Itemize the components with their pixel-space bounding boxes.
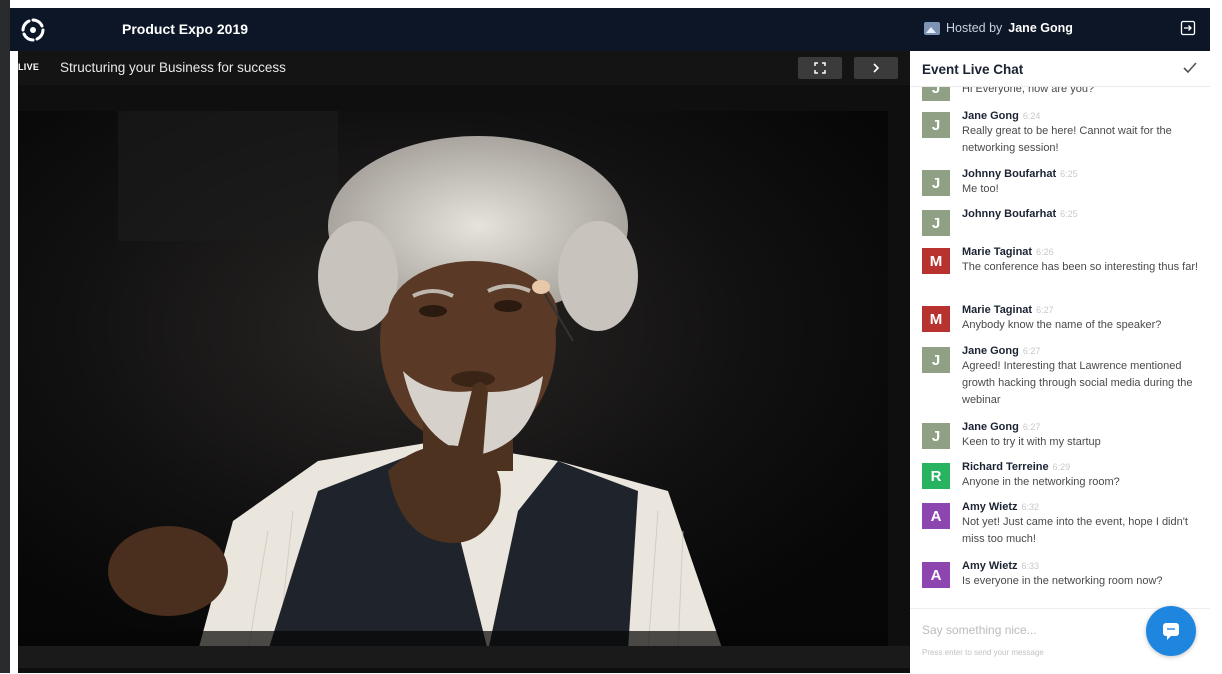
- message-author: Jane Gong: [962, 421, 1019, 433]
- message-time: 6:32: [1021, 502, 1040, 512]
- checkmark-icon[interactable]: [1182, 61, 1198, 75]
- message-text: Agreed! Interesting that Lawrence mentio…: [962, 360, 1193, 406]
- fullscreen-button[interactable]: [798, 57, 842, 79]
- speaker-video-frame: [18, 111, 888, 651]
- host-name: Jane Gong: [1008, 21, 1073, 35]
- avatar: M: [922, 248, 950, 274]
- message-author: Jane Gong: [962, 345, 1019, 357]
- avatar: R: [922, 463, 950, 489]
- message-time: 6:27: [1022, 422, 1041, 432]
- chat-message-list[interactable]: J Hi Everyone, how are you? J Jane Gong 6…: [910, 87, 1210, 597]
- message-text: Keen to try it with my startup: [962, 436, 1101, 448]
- message-author: Jane Gong: [962, 110, 1019, 122]
- event-title: Product Expo 2019: [122, 21, 249, 37]
- message-text: Me too!: [962, 183, 999, 195]
- session-bar: LIVE Structuring your Business for succe…: [18, 51, 910, 85]
- avatar: M: [922, 306, 950, 332]
- message-time: 6:25: [1060, 209, 1078, 219]
- message-time: 6:26: [1036, 247, 1054, 257]
- fullscreen-icon: [814, 62, 826, 74]
- message-author: Johnny Boufarhat: [962, 168, 1057, 180]
- exit-icon[interactable]: [1180, 20, 1196, 36]
- avatar: J: [922, 347, 950, 373]
- next-button[interactable]: [854, 57, 898, 79]
- avatar: A: [922, 562, 950, 588]
- chat-panel: Event Live Chat J Hi Everyone, how are y…: [910, 51, 1210, 673]
- video-stage: LIVE Structuring your Business for succe…: [18, 51, 910, 673]
- message-time: 6:27: [1022, 346, 1041, 356]
- message-author: Richard Terreine: [962, 461, 1049, 473]
- message-text: The conference has been so interesting t…: [962, 261, 1199, 273]
- message-author: Johnny Boufarhat: [962, 208, 1057, 220]
- aperture-logo-icon[interactable]: [20, 17, 46, 43]
- message-time: 6:25: [1060, 169, 1078, 179]
- avatar: J: [922, 87, 950, 101]
- chat-bubble-button[interactable]: [1146, 606, 1196, 656]
- message-time: 6:27: [1036, 305, 1054, 315]
- chat-header: Event Live Chat: [910, 51, 1210, 87]
- avatar: J: [922, 112, 950, 138]
- message-text: Hi Everyone, how are you?: [962, 87, 1095, 95]
- message-time: 6:24: [1022, 111, 1041, 121]
- avatar: J: [922, 210, 950, 236]
- message-time: 6:33: [1021, 561, 1040, 571]
- image-icon: [924, 21, 940, 35]
- message-text: Is everyone in the networking room now?: [962, 575, 1163, 587]
- input-hint: Press enter to send your message: [922, 648, 1044, 657]
- message-text: Not yet! Just came into the event, hope …: [962, 516, 1188, 545]
- message-text: Anybody know the name of the speaker?: [962, 319, 1162, 331]
- player-bottom-bar: [18, 646, 910, 668]
- hosted-by-label: Hosted by: [946, 21, 1003, 35]
- left-edge-strip: [0, 0, 10, 673]
- top-bar: Product Expo 2019 Hosted by Jane Gong: [10, 8, 1210, 51]
- chat-message-input[interactable]: [920, 617, 1164, 643]
- message-text: Anyone in the networking room?: [962, 476, 1120, 488]
- chevron-right-icon: [873, 63, 880, 73]
- message-time: 6:29: [1052, 462, 1071, 472]
- video-player[interactable]: [18, 111, 888, 651]
- chat-title: Event Live Chat: [922, 62, 1024, 77]
- host-info: Hosted by Jane Gong: [924, 21, 1073, 35]
- avatar: J: [922, 423, 950, 449]
- message-text: Really great to be here! Cannot wait for…: [962, 125, 1172, 154]
- message-author: Marie Taginat: [962, 246, 1033, 258]
- avatar: J: [922, 170, 950, 196]
- live-badge: LIVE: [18, 62, 40, 72]
- session-title: Structuring your Business for success: [60, 60, 286, 75]
- message-author: Amy Wietz: [962, 560, 1018, 572]
- message-author: Amy Wietz: [962, 501, 1018, 513]
- avatar: A: [922, 503, 950, 529]
- message-author: Marie Taginat: [962, 304, 1033, 316]
- chat-bubble-icon: [1163, 623, 1179, 640]
